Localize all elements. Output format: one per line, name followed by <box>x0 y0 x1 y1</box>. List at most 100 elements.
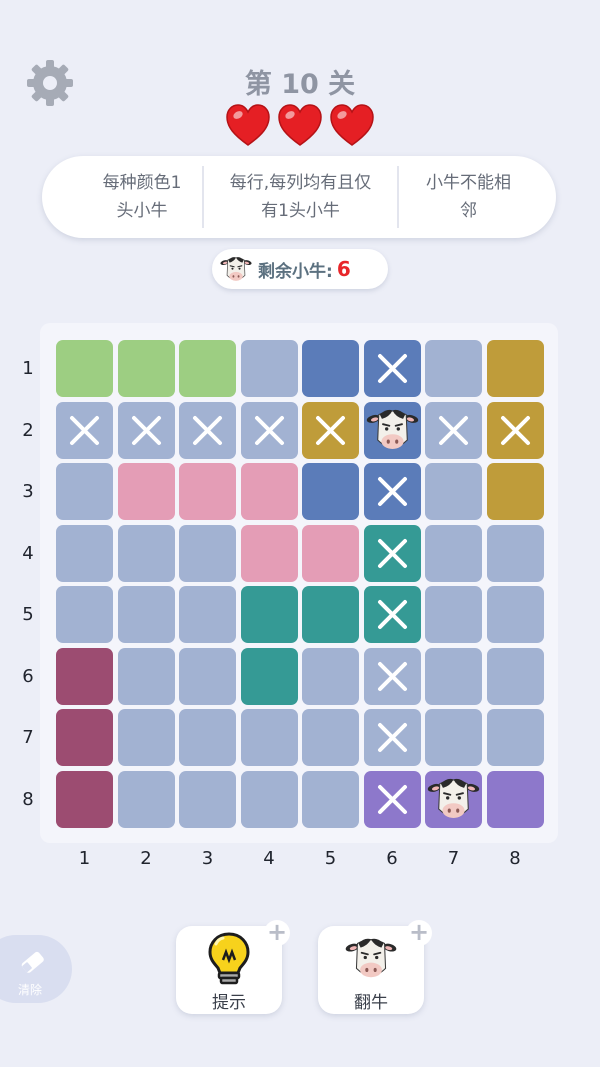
board-cell[interactable] <box>240 586 298 643</box>
board-cell[interactable] <box>302 401 359 459</box>
board-cell[interactable] <box>363 586 421 643</box>
board-cell[interactable] <box>240 770 298 828</box>
row-label: 7 <box>22 727 34 748</box>
heart-icon <box>278 104 322 146</box>
add-flip-button[interactable]: + <box>406 920 432 946</box>
board-cell[interactable] <box>240 709 298 766</box>
board-cell[interactable] <box>179 401 236 459</box>
board-cell[interactable] <box>363 401 421 459</box>
board-cell[interactable] <box>302 463 359 520</box>
board-cell[interactable] <box>486 647 544 705</box>
row-label: 1 <box>22 358 34 379</box>
board-cell[interactable] <box>425 463 482 520</box>
board-cell[interactable] <box>302 340 359 397</box>
board-cell[interactable] <box>56 586 113 643</box>
cross-mark-icon <box>377 661 407 691</box>
board-cell[interactable] <box>56 401 113 459</box>
board-cell[interactable] <box>56 770 113 828</box>
board-cell[interactable] <box>363 709 421 766</box>
board-cell[interactable] <box>56 463 113 520</box>
board-cell[interactable] <box>425 401 482 459</box>
row-label: 5 <box>22 604 34 625</box>
rule-line: 头小牛 <box>116 201 168 221</box>
board-cell[interactable] <box>425 524 482 582</box>
board-cell[interactable] <box>486 709 544 766</box>
level-title: 第 10 关 <box>244 69 356 100</box>
lightbulb-icon <box>208 932 250 985</box>
rule-line: 每种颜色1 <box>102 173 182 193</box>
board-cell[interactable] <box>486 586 544 643</box>
board-cell[interactable] <box>425 586 482 643</box>
column-label: 6 <box>386 848 398 869</box>
board-cell[interactable] <box>302 524 359 582</box>
board-cell[interactable] <box>363 770 421 828</box>
board-cell[interactable] <box>302 647 359 705</box>
column-label: 5 <box>324 848 337 869</box>
cross-mark-icon <box>70 415 99 445</box>
board-cell[interactable] <box>56 709 113 766</box>
column-label: 3 <box>201 848 214 869</box>
board-cell[interactable] <box>363 524 421 582</box>
cross-mark-icon <box>377 723 407 752</box>
board-cell[interactable] <box>56 340 113 397</box>
board-cell[interactable] <box>486 401 544 459</box>
board-cell[interactable] <box>240 401 298 459</box>
board-cell[interactable] <box>117 709 175 766</box>
board-cell[interactable] <box>363 463 421 520</box>
board-cell[interactable] <box>117 401 175 459</box>
row-label: 8 <box>22 788 34 810</box>
board-cell[interactable] <box>486 770 544 828</box>
board-cell[interactable] <box>240 524 298 582</box>
board-cell[interactable] <box>240 647 298 705</box>
remaining-count: 6 <box>336 257 351 281</box>
column-label: 7 <box>447 848 460 869</box>
cow-icon <box>366 409 418 449</box>
board-cell[interactable] <box>302 770 359 828</box>
board-cell[interactable] <box>240 463 298 520</box>
board-cell[interactable] <box>56 647 113 705</box>
board-cell[interactable] <box>117 524 175 582</box>
column-label: 1 <box>78 848 91 869</box>
board-cell[interactable] <box>179 709 236 766</box>
board-cell[interactable] <box>179 463 236 520</box>
board-cell[interactable] <box>486 463 544 520</box>
board-cell[interactable] <box>240 340 298 397</box>
board-cell[interactable] <box>179 524 236 582</box>
flip-cow-button[interactable]: 翻牛 + <box>318 920 432 1014</box>
hint-button[interactable]: 提示 + <box>176 920 290 1014</box>
cow-icon <box>220 257 252 281</box>
board-cell[interactable] <box>179 647 236 705</box>
board-cell[interactable] <box>486 340 544 397</box>
rule-line: 每行,每列均有且仅 <box>229 173 372 193</box>
board-cell[interactable] <box>117 770 175 828</box>
rule-color: 每种颜色1 头小牛 <box>42 166 202 228</box>
row-label: 4 <box>22 542 34 564</box>
board-cell[interactable] <box>425 709 482 766</box>
board-cell[interactable] <box>179 340 236 397</box>
cross-mark-icon <box>131 415 161 445</box>
rule-line: 邻 <box>460 201 477 221</box>
board-cell[interactable] <box>486 524 544 582</box>
board-cell[interactable] <box>425 647 482 705</box>
board-cell[interactable] <box>117 340 175 397</box>
board-cell[interactable] <box>302 586 359 643</box>
board-cell[interactable] <box>179 586 236 643</box>
cross-mark-icon <box>439 415 468 445</box>
cross-mark-icon <box>193 415 222 445</box>
add-hint-button[interactable]: + <box>264 920 290 946</box>
board-cell[interactable] <box>425 770 482 828</box>
cross-mark-icon <box>500 415 530 445</box>
board-cell[interactable] <box>302 709 359 766</box>
board-cell[interactable] <box>117 586 175 643</box>
board-cell[interactable] <box>179 770 236 828</box>
lives-indicator <box>0 102 600 148</box>
board-cell[interactable] <box>363 647 421 705</box>
clear-button[interactable]: 清除 <box>0 935 72 1003</box>
board-cell[interactable] <box>425 340 482 397</box>
board-cell[interactable] <box>363 340 421 397</box>
board-cell[interactable] <box>117 647 175 705</box>
cross-mark-icon <box>377 354 407 383</box>
board-cell[interactable] <box>117 463 175 520</box>
cross-mark-icon <box>377 784 407 814</box>
board-cell[interactable] <box>56 524 113 582</box>
